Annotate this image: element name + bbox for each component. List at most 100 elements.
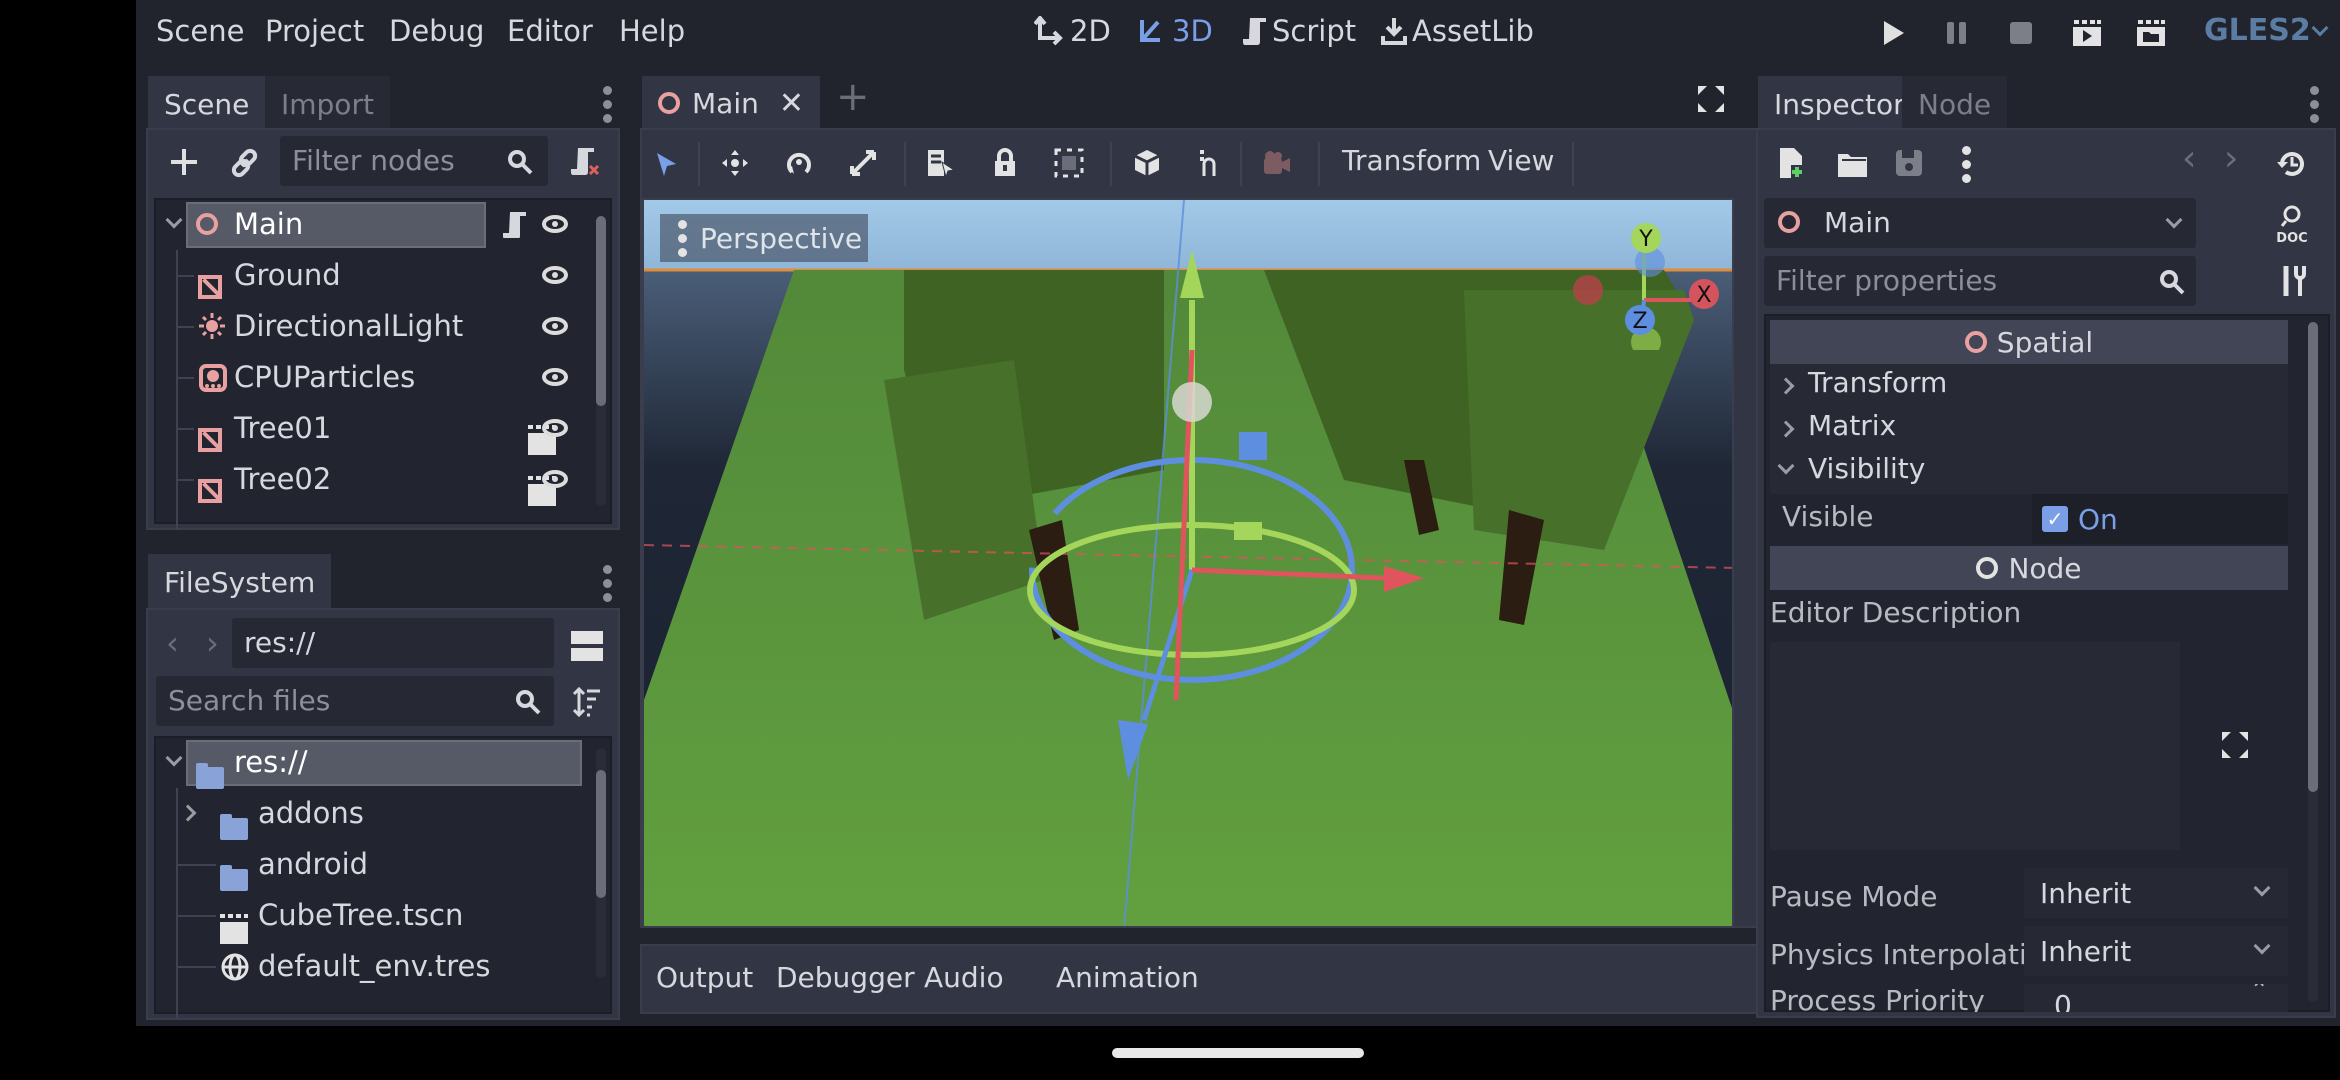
stop-icon[interactable]: [2006, 18, 2036, 48]
split-view-icon[interactable]: [570, 630, 604, 664]
back-arrow-icon[interactable]: ‹: [166, 624, 179, 662]
view-orientation-gizmo[interactable]: Y X Z: [1554, 210, 1734, 350]
rotate-tool-icon[interactable]: [784, 148, 814, 178]
add-node-icon[interactable]: [168, 146, 200, 178]
history-icon[interactable]: [2276, 148, 2308, 180]
file-item-res[interactable]: res://: [156, 738, 586, 789]
tab-main[interactable]: Main ✕: [642, 76, 820, 130]
plane-handle-xy[interactable]: [1239, 432, 1267, 460]
workspace-2d[interactable]: 2D: [1034, 14, 1111, 48]
history-back-icon[interactable]: ‹: [2182, 138, 2196, 179]
script-attached-icon[interactable]: [502, 210, 528, 238]
visibility-eye-icon[interactable]: [542, 419, 568, 437]
collapsed-chevron-icon[interactable]: [179, 804, 197, 822]
inspector-scrollbar[interactable]: [2308, 322, 2318, 1002]
visibility-eye-icon[interactable]: [542, 266, 568, 284]
resource-menu-icon[interactable]: [1962, 146, 1972, 183]
move-tool-icon[interactable]: [720, 148, 750, 178]
renderer-selector[interactable]: GLES2: [2204, 13, 2311, 48]
sort-icon[interactable]: [572, 686, 602, 718]
scene-dock-menu-icon[interactable]: [603, 86, 613, 123]
bottom-tab-output[interactable]: Output: [656, 961, 753, 994]
expand-button[interactable]: [2180, 642, 2288, 850]
workspace-script[interactable]: Script: [1242, 14, 1356, 48]
tab-scene[interactable]: Scene: [148, 76, 266, 128]
visibility-eye-icon[interactable]: [542, 368, 568, 386]
visibility-eye-icon[interactable]: [542, 215, 568, 233]
pause-mode-dropdown[interactable]: Inherit: [2024, 868, 2288, 918]
tab-node[interactable]: Node: [1902, 76, 2008, 130]
visibility-eye-icon[interactable]: [542, 317, 568, 335]
tree-node-directionallight[interactable]: DirectionalLight: [156, 302, 586, 350]
menu-project[interactable]: Project: [265, 14, 364, 48]
visibility-eye-icon[interactable]: [542, 470, 568, 488]
process-priority-spinbox[interactable]: 0 ⌃: [2024, 984, 2288, 1012]
physics-interpolation-dropdown[interactable]: Inherit: [2024, 926, 2288, 976]
group-icon[interactable]: [1054, 148, 1084, 178]
script-remove-icon[interactable]: [570, 146, 604, 178]
scrollbar-thumb[interactable]: [596, 770, 606, 898]
menu-help[interactable]: Help: [619, 14, 685, 48]
home-indicator[interactable]: [1112, 1048, 1364, 1058]
scale-tool-icon[interactable]: [848, 148, 878, 178]
group-matrix[interactable]: Matrix: [1777, 409, 1896, 442]
group-transform[interactable]: Transform: [1777, 366, 1947, 399]
bottom-tab-animation[interactable]: Animation: [1056, 961, 1199, 994]
menu-debug[interactable]: Debug: [389, 14, 484, 48]
filter-properties-input[interactable]: Filter properties: [1764, 256, 2196, 306]
inspector-menu-icon[interactable]: [2310, 86, 2320, 123]
new-tab-icon[interactable]: +: [836, 74, 870, 120]
tree-node-cpuparticles[interactable]: CPUParticles: [156, 353, 586, 401]
spinner-arrows-icon[interactable]: ⌃: [2250, 984, 2268, 1003]
tree-node-tree01[interactable]: Tree01: [156, 404, 586, 455]
save-resource-icon[interactable]: [1894, 148, 1924, 178]
new-resource-icon[interactable]: [1778, 146, 1806, 180]
tree-node-ground[interactable]: Ground: [156, 251, 586, 299]
lock-icon[interactable]: [990, 148, 1020, 178]
plane-handle-xz[interactable]: [1234, 522, 1262, 540]
group-visibility[interactable]: Visibility: [1777, 452, 1925, 485]
select-tool-icon[interactable]: [654, 150, 680, 180]
local-space-icon[interactable]: [1132, 148, 1162, 178]
view-menu[interactable]: View: [1488, 144, 1554, 177]
play-custom-scene-icon[interactable]: [2134, 18, 2168, 48]
file-item-android[interactable]: android: [156, 840, 586, 891]
editor-description-textarea[interactable]: [1770, 642, 2288, 850]
file-item-default-env[interactable]: default_env.tres: [156, 942, 586, 990]
filesystem-menu-icon[interactable]: [603, 565, 613, 602]
close-tab-icon[interactable]: ✕: [779, 86, 804, 121]
search-files-input[interactable]: Search files: [156, 676, 554, 726]
expand-chevron-icon[interactable]: [165, 211, 183, 229]
workspace-3d[interactable]: 3D: [1136, 14, 1213, 48]
scrollbar-thumb[interactable]: [596, 216, 606, 406]
tab-inspector[interactable]: Inspector: [1758, 76, 1921, 130]
tools-icon[interactable]: [2278, 264, 2308, 298]
tab-import[interactable]: Import: [265, 76, 390, 128]
camera-override-icon[interactable]: [1262, 148, 1292, 178]
filter-nodes-input[interactable]: Filter nodes: [280, 136, 548, 186]
particles-icon-gizmo[interactable]: [1172, 382, 1212, 422]
tab-filesystem[interactable]: FileSystem: [148, 554, 332, 608]
link-icon[interactable]: [230, 148, 260, 178]
play-scene-icon[interactable]: [2070, 18, 2104, 48]
doc-help-icon[interactable]: DOC: [2272, 204, 2312, 244]
open-resource-icon[interactable]: [1836, 150, 1870, 180]
filesystem-scrollbar[interactable]: [596, 748, 606, 978]
tree-node-main[interactable]: Main: [156, 200, 586, 248]
transform-menu[interactable]: Transform: [1342, 144, 1481, 177]
snap-icon[interactable]: [1194, 148, 1224, 178]
expand-chevron-icon[interactable]: [165, 749, 183, 767]
play-icon[interactable]: [1878, 18, 1908, 48]
path-input[interactable]: res://: [232, 618, 554, 668]
bottom-tab-audio[interactable]: Audio: [924, 961, 1004, 994]
chevron-down-icon[interactable]: [2311, 19, 2329, 37]
object-selector[interactable]: Main: [1764, 198, 2196, 248]
pause-icon[interactable]: [1942, 18, 1972, 48]
neg-x-handle[interactable]: [1573, 275, 1603, 305]
menu-scene[interactable]: Scene: [156, 14, 244, 48]
perspective-menu[interactable]: Perspective: [660, 214, 868, 262]
bottom-tab-debugger[interactable]: Debugger: [776, 961, 915, 994]
file-item-addons[interactable]: addons: [156, 789, 586, 840]
3d-viewport[interactable]: Perspective Y X Z: [642, 198, 1734, 928]
scene-tree-scrollbar[interactable]: [596, 216, 606, 506]
